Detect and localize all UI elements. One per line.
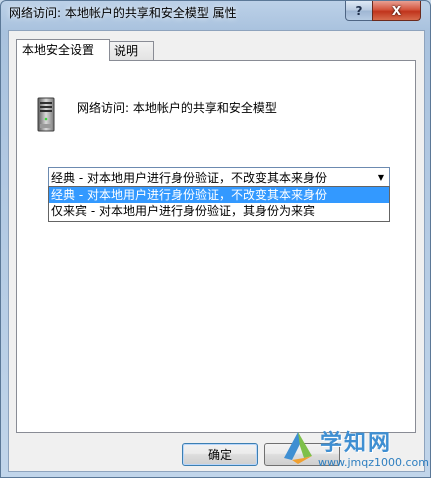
help-icon: ?	[355, 3, 363, 18]
watermark-name: 学知网	[320, 431, 393, 456]
window-title: 网络访问: 本地帐户的共享和安全模型 属性	[9, 6, 237, 20]
properties-window: 网络访问: 本地帐户的共享和安全模型 属性 ? X 本地安全设置 说明 网络访问…	[0, 0, 431, 478]
watermark-url: www.jmqz1000.com	[318, 456, 429, 469]
select-value: 经典 - 对本地用户进行身份验证，不改变其本来身份	[51, 171, 327, 185]
watermark-logo-icon	[284, 432, 312, 464]
title-bar[interactable]: 网络访问: 本地帐户的共享和安全模型 属性 ? X	[1, 1, 430, 23]
chevron-down-icon[interactable]: ▼	[373, 168, 389, 186]
close-icon: X	[391, 3, 402, 18]
close-button[interactable]: X	[372, 1, 421, 21]
tab-explain[interactable]: 说明	[108, 41, 154, 60]
tab-panel: 网络访问: 本地帐户的共享和安全模型 经典 - 对本地用户进行身份验证，不改变其…	[16, 60, 416, 433]
option-guest-only[interactable]: 仅来宾 - 对本地用户进行身份验证，其身份为来宾	[49, 203, 389, 219]
tab-local-security-setting[interactable]: 本地安全设置	[16, 39, 110, 61]
help-button[interactable]: ?	[345, 1, 373, 21]
dialog-client-area: 本地安全设置 说明 网络访问: 本地帐户的共享和安全模型 经典 - 对本地用户进…	[8, 30, 425, 472]
ok-button[interactable]: 确定	[182, 443, 258, 466]
dropdown-list: 经典 - 对本地用户进行身份验证，不改变其本来身份 仅来宾 - 对本地用户进行身…	[48, 186, 390, 222]
security-model-select[interactable]: 经典 - 对本地用户进行身份验证，不改变其本来身份 ▼	[48, 167, 390, 187]
policy-title: 网络访问: 本地帐户的共享和安全模型	[77, 101, 277, 115]
option-classic[interactable]: 经典 - 对本地用户进行身份验证，不改变其本来身份	[49, 187, 389, 203]
server-icon	[37, 97, 55, 132]
watermark: 学知网 www.jmqz1000.com	[282, 424, 429, 476]
